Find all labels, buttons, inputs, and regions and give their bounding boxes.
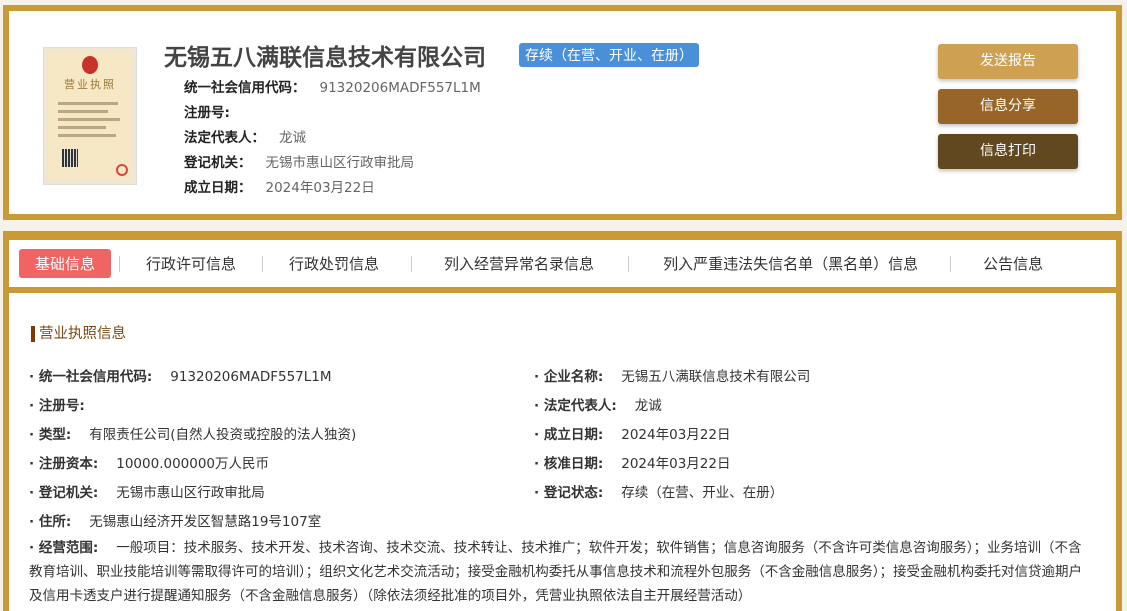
section-title: 营业执照信息 bbox=[31, 326, 126, 342]
field-type: 类型:有限责任公司(自然人投资或控股的法人独资) bbox=[29, 423, 356, 443]
business-license-image: 营业执照 bbox=[44, 48, 136, 184]
seal-icon bbox=[116, 164, 128, 176]
field-address: 住所:无锡惠山经济开发区智慧路19号107室 bbox=[29, 510, 321, 530]
tab-admin-penalty[interactable]: 行政处罚信息 bbox=[273, 249, 395, 278]
qr-code-icon bbox=[62, 149, 78, 167]
field-business-scope: 经营范围:一般项目：技术服务、技术开发、技术咨询、技术交流、技术转让、技术推广；… bbox=[29, 536, 1089, 608]
tab-abnormal-list[interactable]: 列入经营异常名录信息 bbox=[428, 249, 610, 278]
share-info-button[interactable]: 信息分享 bbox=[938, 89, 1078, 124]
tab-admin-license[interactable]: 行政许可信息 bbox=[130, 249, 252, 278]
field-company-name: 企业名称:无锡五八满联信息技术有限公司 bbox=[534, 365, 810, 385]
header-established: 成立日期： 2024年03月22日 bbox=[184, 180, 375, 196]
header-credit-code: 统一社会信用代码： 91320206MADF557L1M bbox=[184, 80, 481, 96]
print-info-button[interactable]: 信息打印 bbox=[938, 134, 1078, 169]
tab-blacklist[interactable]: 列入严重违法失信名单（黑名单）信息 bbox=[647, 249, 934, 278]
national-emblem-icon bbox=[82, 56, 98, 74]
tab-basic-info[interactable]: 基础信息 bbox=[19, 249, 112, 278]
header-reg-no: 注册号: bbox=[184, 105, 230, 121]
tab-announcements[interactable]: 公告信息 bbox=[967, 249, 1059, 278]
field-reg-no: 注册号: bbox=[29, 394, 103, 414]
field-reg-status: 登记状态:存续（在营、开业、在册） bbox=[534, 481, 783, 501]
field-authority: 登记机关:无锡市惠山区行政审批局 bbox=[29, 481, 265, 501]
field-approval-date: 核准日期:2024年03月22日 bbox=[534, 452, 730, 472]
field-credit-code: 统一社会信用代码:91320206MADF557L1M bbox=[29, 365, 332, 385]
field-capital: 注册资本:10000.000000万人民币 bbox=[29, 452, 269, 472]
status-badge: 存续（在营、开业、在册） bbox=[519, 43, 699, 67]
field-legal-rep: 法定代表人:龙诚 bbox=[534, 394, 662, 414]
field-established: 成立日期:2024年03月22日 bbox=[534, 423, 730, 443]
send-report-button[interactable]: 发送报告 bbox=[938, 44, 1078, 79]
tab-bar: 基础信息 行政许可信息 行政处罚信息 列入经营异常名录信息 列入严重违法失信名单… bbox=[9, 240, 1116, 293]
header-authority: 登记机关： 无锡市惠山区行政审批局 bbox=[184, 155, 414, 171]
company-name: 无锡五八满联信息技术有限公司 bbox=[164, 45, 486, 71]
detail-card: 基础信息 行政许可信息 行政处罚信息 列入经营异常名录信息 列入严重违法失信名单… bbox=[3, 231, 1122, 611]
header-legal-rep: 法定代表人： 龙诚 bbox=[184, 130, 306, 146]
